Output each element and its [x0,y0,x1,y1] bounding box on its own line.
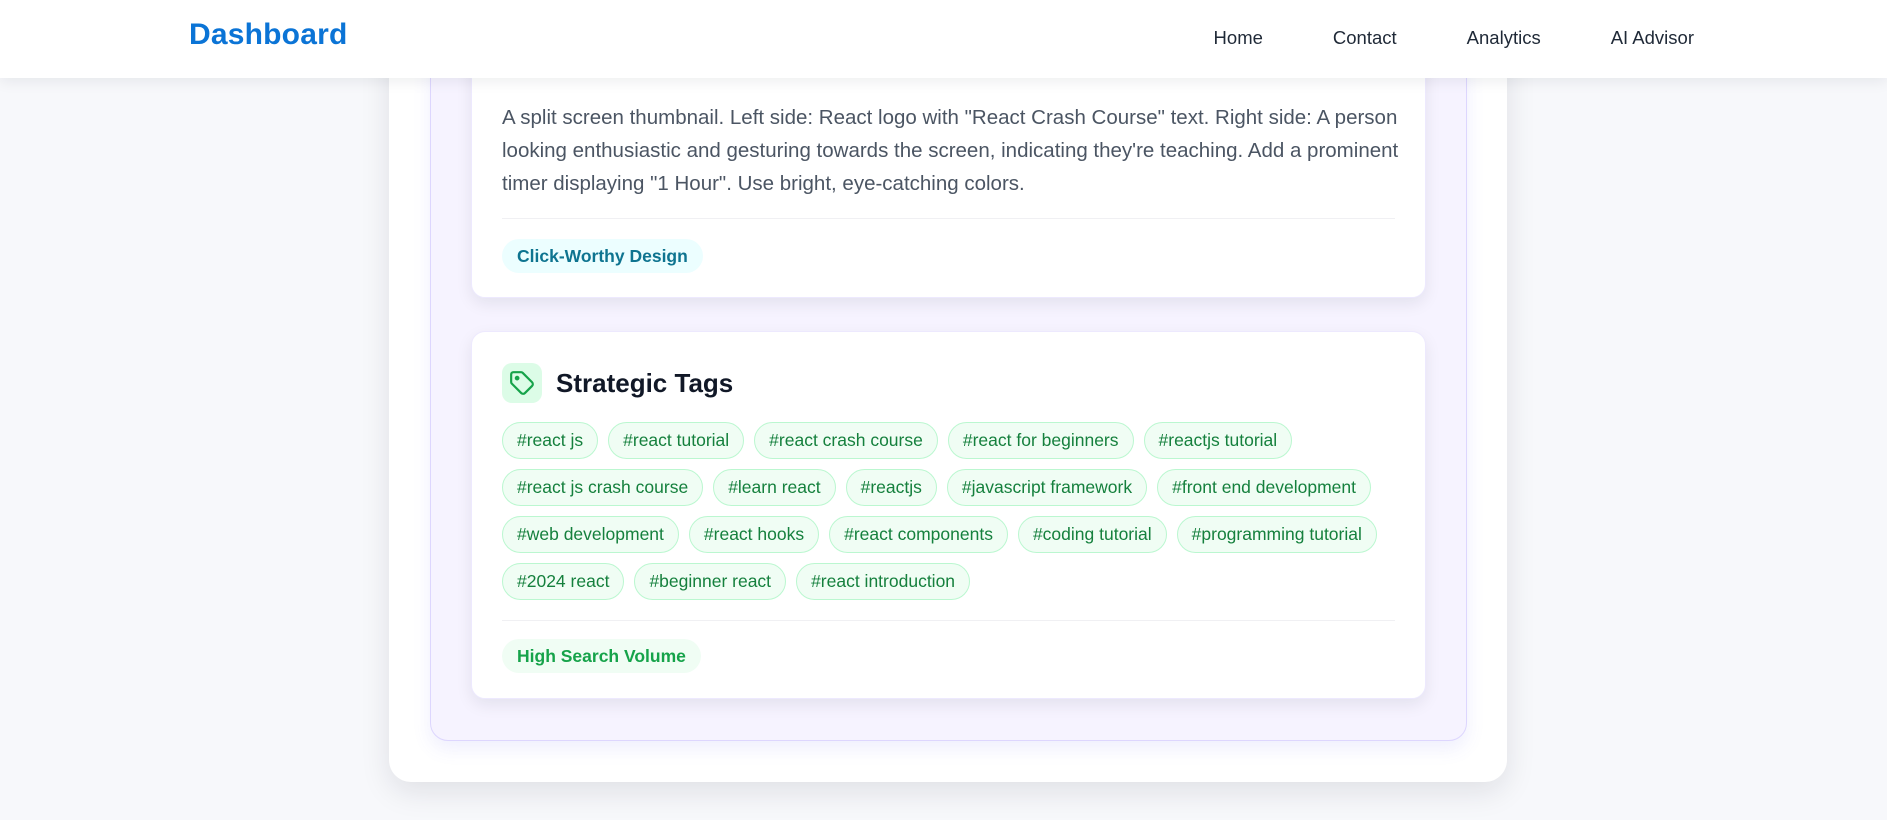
tag-chip[interactable]: #react for beginners [947,422,1134,459]
tag-chip[interactable]: #react hooks [688,516,820,553]
tag-chip[interactable]: #learn react [713,469,836,506]
tag-chip[interactable]: #2024 react [502,563,625,600]
tag-chip[interactable]: #javascript framework [946,469,1148,506]
tag-chip[interactable]: #react js [502,422,599,459]
strategic-tags-header: Strategic Tags [502,363,733,403]
tag-chip[interactable]: #beginner react [634,563,787,600]
strategic-tags-card: Strategic Tags #react js #react tutorial… [471,331,1426,699]
tag-chip[interactable]: #front end development [1157,469,1371,506]
tag-chip[interactable]: #react crash course [754,422,938,459]
divider [502,218,1395,219]
tag-chip[interactable]: #coding tutorial [1017,516,1167,553]
tag-chip[interactable]: #web development [502,516,679,553]
section-title: Strategic Tags [556,367,734,398]
tag-chip[interactable]: #reactjs [845,469,937,506]
brand-logo[interactable]: Dashboard [189,18,348,52]
tag-chip[interactable]: #react introduction [796,563,971,600]
divider [502,620,1395,621]
nav-link-contact[interactable]: Contact [1333,27,1397,49]
top-navbar: Dashboard Home Contact Analytics AI Advi… [0,0,1887,78]
nav-link-ai-advisor[interactable]: AI Advisor [1611,27,1694,49]
tag-icon [502,363,542,403]
nav-links: Home Contact Analytics AI Advisor [1214,27,1694,49]
tag-chip[interactable]: #reactjs tutorial [1143,422,1293,459]
high-search-volume-badge: High Search Volume [502,639,701,673]
tag-chip[interactable]: #react components [829,516,1008,553]
tags-list: #react js #react tutorial #react crash c… [502,422,1402,600]
click-worthy-badge: Click-Worthy Design [502,239,703,273]
tag-chip[interactable]: #react tutorial [608,422,745,459]
thumbnail-description: A split screen thumbnail. Left side: Rea… [502,106,1399,195]
nav-link-home[interactable]: Home [1214,27,1263,49]
tag-chip[interactable]: #react js crash course [502,469,704,506]
tag-chip[interactable]: #programming tutorial [1176,516,1377,553]
nav-link-analytics[interactable]: Analytics [1467,27,1541,49]
